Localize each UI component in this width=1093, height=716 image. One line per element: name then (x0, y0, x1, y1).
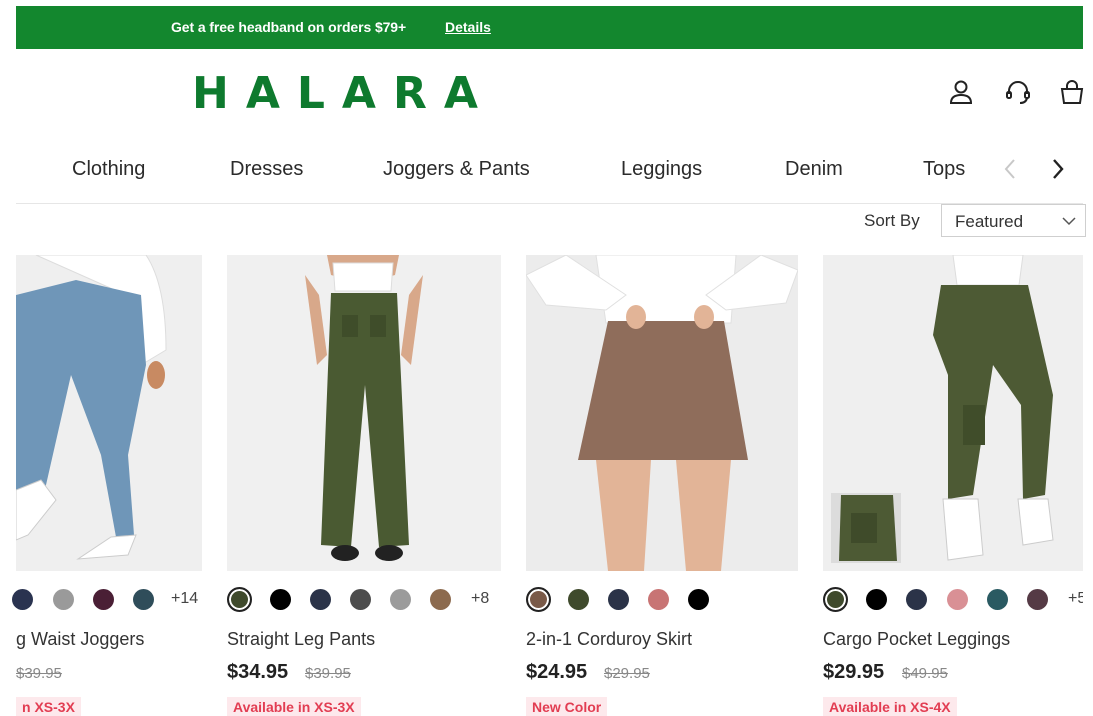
product-name[interactable]: g Waist Joggers (16, 629, 144, 650)
more-colors-count[interactable]: +5 (1068, 590, 1083, 608)
product-badge: New Color (526, 697, 608, 716)
product-image[interactable] (526, 255, 798, 571)
promo-bar: Get a free headband on orders $79+ Detai… (16, 6, 1083, 49)
color-swatch-selected[interactable] (227, 587, 252, 612)
color-swatch[interactable] (350, 589, 371, 610)
color-swatch[interactable] (866, 589, 887, 610)
product-name[interactable]: Cargo Pocket Leggings (823, 629, 1010, 650)
color-swatch[interactable] (648, 589, 669, 610)
product-price: $29.95 (823, 661, 885, 683)
nav-item-joggers-pants[interactable]: Joggers & Pants (383, 158, 530, 181)
nav-item-denim[interactable]: Denim (785, 158, 843, 181)
color-swatch[interactable] (12, 589, 33, 610)
product-image[interactable] (227, 255, 501, 571)
color-swatch[interactable] (133, 589, 154, 610)
color-swatch-selected[interactable] (823, 587, 848, 612)
color-swatch[interactable] (688, 589, 709, 610)
product-image[interactable] (823, 255, 1083, 571)
color-swatch[interactable] (987, 589, 1008, 610)
more-colors-count[interactable]: +8 (471, 590, 489, 608)
product-price: $34.95 (227, 661, 289, 683)
more-colors-count[interactable]: +14 (171, 590, 198, 608)
color-swatch[interactable] (310, 589, 331, 610)
chevron-down-icon (1062, 217, 1076, 226)
promo-details-link[interactable]: Details (445, 19, 491, 35)
sort-label: Sort By (864, 211, 920, 230)
brand-logo[interactable]: HALARA (192, 68, 495, 119)
color-swatch[interactable] (390, 589, 411, 610)
shopping-bag-icon[interactable] (1058, 78, 1086, 106)
sort-value: Featured (955, 212, 1024, 231)
product-old-price: $49.95 (902, 665, 948, 682)
color-swatch-selected[interactable] (526, 587, 551, 612)
product-name[interactable]: 2-in-1 Corduroy Skirt (526, 629, 692, 650)
promo-text: Get a free headband on orders $79+ (171, 19, 407, 35)
color-swatch[interactable] (1027, 589, 1048, 610)
color-swatches: +5 (823, 587, 1083, 613)
product-badge: Available in XS-4X (823, 697, 957, 716)
sort-select[interactable]: Featured (941, 204, 1086, 237)
product-old-price: $39.95 (305, 665, 351, 682)
color-swatch[interactable] (947, 589, 968, 610)
product-price: $24.95 (526, 661, 588, 683)
color-swatches: +14 (12, 587, 216, 613)
chevron-right-icon[interactable] (1047, 156, 1069, 182)
color-swatch[interactable] (53, 589, 74, 610)
chevron-left-icon[interactable] (999, 156, 1021, 182)
nav-item-dresses[interactable]: Dresses (230, 158, 303, 181)
color-swatches: +8 (227, 587, 501, 613)
color-swatch[interactable] (270, 589, 291, 610)
product-badge: n XS-3X (16, 697, 81, 716)
product-old-price: $29.95 (604, 665, 650, 682)
product-image[interactable] (16, 255, 202, 571)
category-nav: Clothing Dresses Joggers & Pants Legging… (16, 148, 1083, 204)
color-swatch[interactable] (430, 589, 451, 610)
product-badge: Available in XS-3X (227, 697, 361, 716)
nav-item-leggings[interactable]: Leggings (621, 158, 702, 181)
color-swatch[interactable] (608, 589, 629, 610)
color-swatches (526, 587, 798, 613)
color-swatch[interactable] (568, 589, 589, 610)
color-swatch[interactable] (93, 589, 114, 610)
nav-item-tops[interactable]: Tops (923, 158, 965, 181)
nav-item-clothing[interactable]: Clothing (72, 158, 145, 181)
color-swatch[interactable] (906, 589, 927, 610)
product-name[interactable]: Straight Leg Pants (227, 629, 375, 650)
product-old-price: $39.95 (16, 665, 62, 682)
account-icon[interactable] (947, 78, 975, 106)
support-headset-icon[interactable] (1004, 78, 1032, 106)
